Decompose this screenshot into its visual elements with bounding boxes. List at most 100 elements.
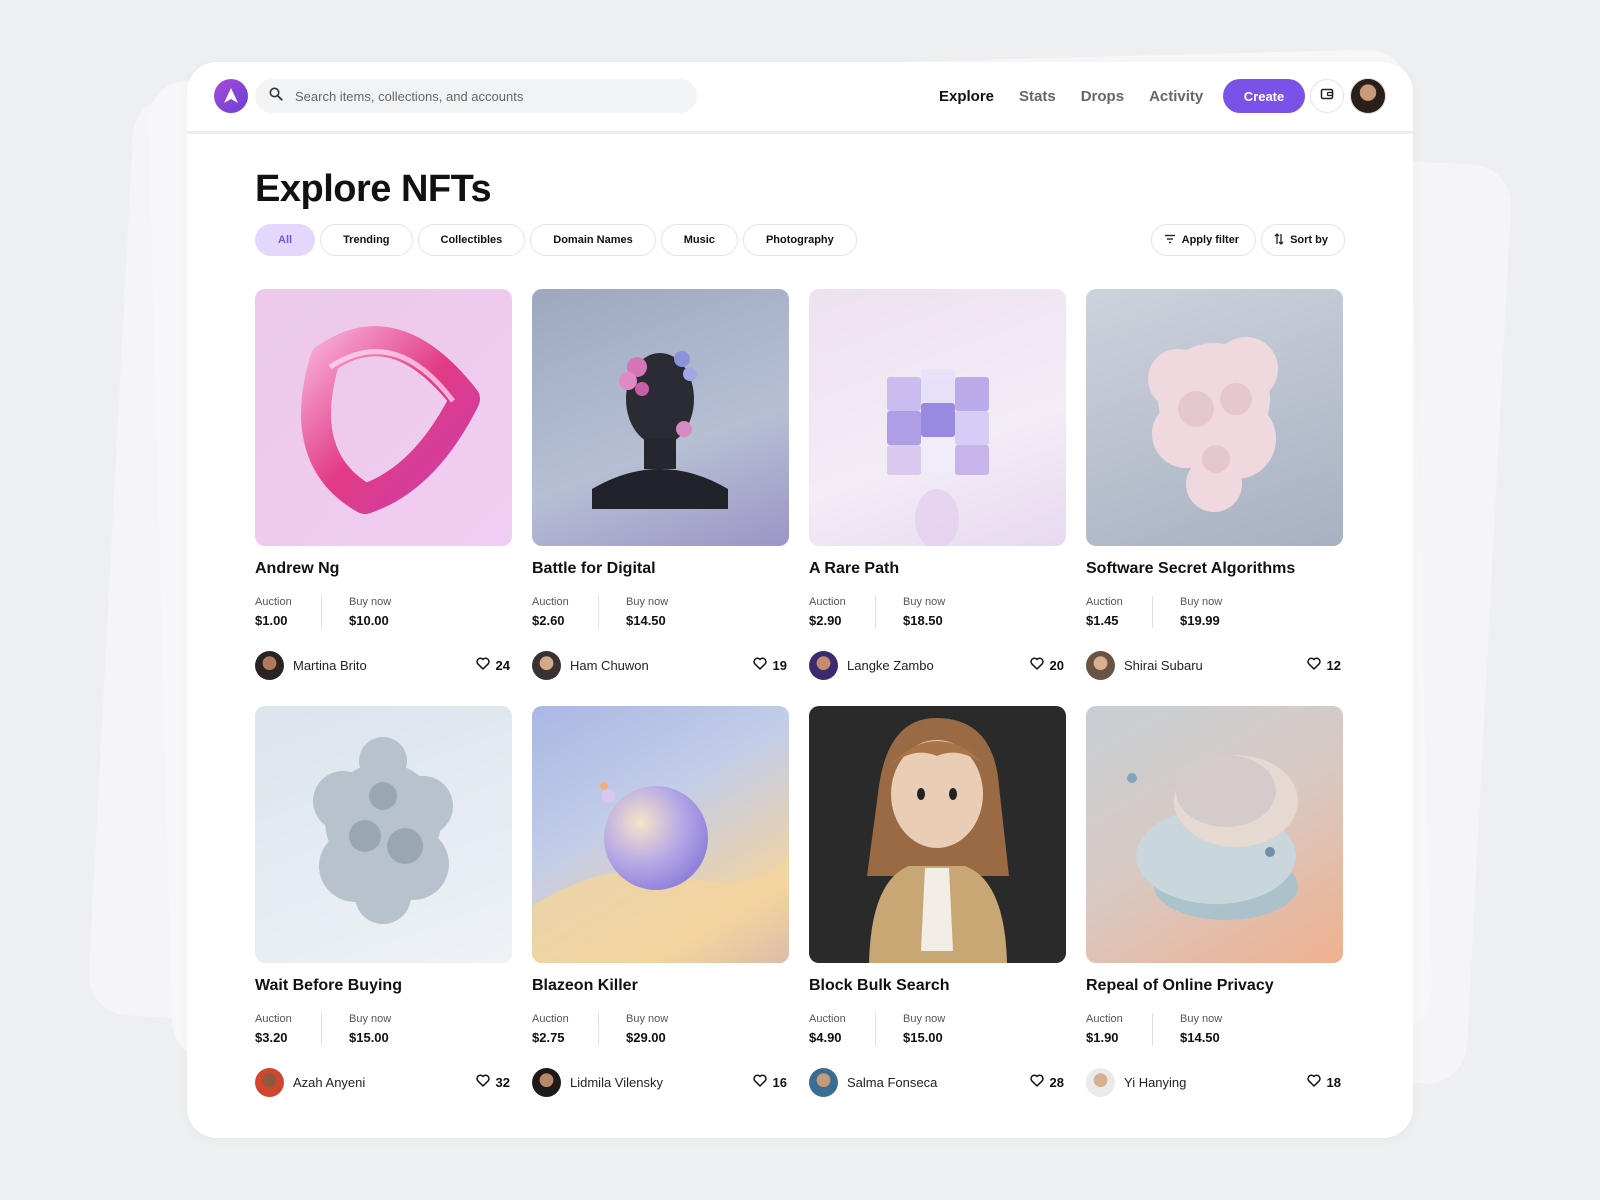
user-avatar[interactable] <box>1350 78 1386 114</box>
chip-domain-names[interactable]: Domain Names <box>530 224 656 256</box>
like-button[interactable]: 20 <box>1029 657 1064 673</box>
nft-image[interactable] <box>255 289 512 546</box>
price-info: Auction $1.90 Buy now $14.50 <box>1086 1013 1222 1045</box>
heart-icon <box>1306 657 1321 673</box>
owner-info[interactable]: Azah Anyeni <box>255 1068 365 1097</box>
search-bar <box>255 79 697 113</box>
owner-info[interactable]: Ham Chuwon <box>532 651 649 680</box>
nft-title[interactable]: Block Bulk Search <box>809 977 950 995</box>
like-button[interactable]: 32 <box>475 1074 510 1090</box>
nav-stats[interactable]: Stats <box>1019 88 1056 105</box>
nav-drops[interactable]: Drops <box>1081 88 1124 105</box>
buy-now-label: Buy now <box>1180 596 1223 608</box>
chip-collectibles[interactable]: Collectibles <box>417 224 526 256</box>
like-button[interactable]: 12 <box>1306 657 1341 673</box>
owner-name: Azah Anyeni <box>293 1075 366 1090</box>
chip-trending[interactable]: Trending <box>320 224 413 256</box>
apply-filter-button[interactable]: Apply filter <box>1150 224 1257 256</box>
nft-card[interactable]: Blazeon Killer Auction $2.75 Buy now $29.0… <box>532 706 789 1098</box>
owner-info[interactable]: Martina Brito <box>255 651 367 680</box>
heart-icon <box>1029 1074 1044 1090</box>
like-count: 24 <box>495 657 510 673</box>
sort-by-button[interactable]: Sort by <box>1261 224 1345 256</box>
auction-price: $3.20 <box>255 1030 288 1045</box>
nft-image[interactable] <box>809 706 1066 963</box>
wallet-button[interactable] <box>1310 79 1344 113</box>
owner-avatar <box>255 651 284 680</box>
like-button[interactable]: 19 <box>752 657 787 673</box>
nft-card[interactable]: Software Secret Algorithms Auction $1.45 … <box>1086 289 1343 681</box>
buy-now-price: $19.99 <box>1180 613 1220 628</box>
nft-image[interactable] <box>255 706 512 963</box>
owner-name: Langke Zambo <box>847 658 934 673</box>
auction-label: Auction <box>809 596 846 608</box>
create-button[interactable]: Create <box>1223 79 1305 113</box>
nft-card[interactable]: Repeal of Online Privacy Auction $1.90 Bu… <box>1086 706 1343 1098</box>
buy-now-price: $14.50 <box>626 613 666 628</box>
nft-image[interactable] <box>532 706 789 963</box>
owner-avatar <box>255 1068 284 1097</box>
nft-title[interactable]: Repeal of Online Privacy <box>1086 977 1274 995</box>
buy-now-price: $10.00 <box>349 613 389 628</box>
auction-price: $2.60 <box>532 613 565 628</box>
owner-info[interactable]: Lidmila Vilensky <box>532 1068 663 1097</box>
nft-title[interactable]: Wait Before Buying <box>255 977 402 995</box>
nav-explore[interactable]: Explore <box>939 88 994 105</box>
nft-title[interactable]: Blazeon Killer <box>532 977 638 995</box>
nft-card[interactable]: Block Bulk Search Auction $4.90 Buy now $1… <box>809 706 1066 1098</box>
owner-info[interactable]: Langke Zambo <box>809 651 934 680</box>
owner-avatar <box>532 1068 561 1097</box>
nft-title[interactable]: Battle for Digital <box>532 560 656 578</box>
auction-price: $1.90 <box>1086 1030 1119 1045</box>
auction-label: Auction <box>1086 596 1123 608</box>
heart-icon <box>1029 657 1044 673</box>
owner-info[interactable]: Yi Hanying <box>1086 1068 1186 1097</box>
buy-now-label: Buy now <box>903 596 946 608</box>
nft-card[interactable]: A Rare Path Auction $2.90 Buy now $18.50 L… <box>809 289 1066 681</box>
search-input[interactable] <box>295 88 675 104</box>
nav-activity[interactable]: Activity <box>1149 88 1203 105</box>
owner-info[interactable]: Salma Fonseca <box>809 1068 937 1097</box>
price-info: Auction $1.45 Buy now $19.99 <box>1086 596 1222 628</box>
chip-music[interactable]: Music <box>660 224 738 256</box>
price-info: Auction $3.20 Buy now $15.00 <box>255 1013 391 1045</box>
nft-image[interactable] <box>1086 289 1343 546</box>
nft-card[interactable]: Andrew Ng Auction $1.00 Buy now $10.00 Mar… <box>255 289 512 681</box>
auction-price: $2.90 <box>809 613 842 628</box>
like-count: 16 <box>772 1074 787 1090</box>
search-icon <box>269 87 283 106</box>
nft-image[interactable] <box>1086 706 1343 963</box>
owner-avatar <box>1086 651 1115 680</box>
buy-now-label: Buy now <box>349 1013 392 1025</box>
owner-name: Shirai Subaru <box>1124 658 1203 673</box>
logo-icon[interactable] <box>214 79 248 113</box>
nft-card[interactable]: Wait Before Buying Auction $3.20 Buy now $… <box>255 706 512 1098</box>
like-button[interactable]: 28 <box>1029 1074 1064 1090</box>
page-title: Explore NFTs <box>255 168 492 210</box>
heart-icon <box>752 657 767 673</box>
apply-filter-label: Apply filter <box>1181 234 1240 246</box>
like-count: 20 <box>1049 657 1064 673</box>
chip-all[interactable]: All <box>255 224 316 256</box>
nft-title[interactable]: A Rare Path <box>809 560 899 578</box>
heart-icon <box>475 657 490 673</box>
buy-now-label: Buy now <box>626 596 669 608</box>
price-info: Auction $2.90 Buy now $18.50 <box>809 596 945 628</box>
price-info: Auction $2.60 Buy now $14.50 <box>532 596 668 628</box>
like-button[interactable]: 24 <box>475 657 510 673</box>
owner-avatar <box>809 1068 838 1097</box>
owner-info[interactable]: Shirai Subaru <box>1086 651 1203 680</box>
nft-image[interactable] <box>532 289 789 546</box>
price-info: Auction $4.90 Buy now $15.00 <box>809 1013 945 1045</box>
nft-image[interactable] <box>809 289 1066 546</box>
nft-title[interactable]: Andrew Ng <box>255 560 339 578</box>
buy-now-price: $18.50 <box>903 613 943 628</box>
buy-now-price: $14.50 <box>1180 1030 1220 1045</box>
like-button[interactable]: 18 <box>1306 1074 1341 1090</box>
nft-card[interactable]: Battle for Digital Auction $2.60 Buy now $… <box>532 289 789 681</box>
nft-title[interactable]: Software Secret Algorithms <box>1086 560 1295 578</box>
like-button[interactable]: 16 <box>752 1074 787 1090</box>
buy-now-label: Buy now <box>1180 1013 1223 1025</box>
buy-now-price: $29.00 <box>626 1030 666 1045</box>
chip-photography[interactable]: Photography <box>742 224 857 256</box>
